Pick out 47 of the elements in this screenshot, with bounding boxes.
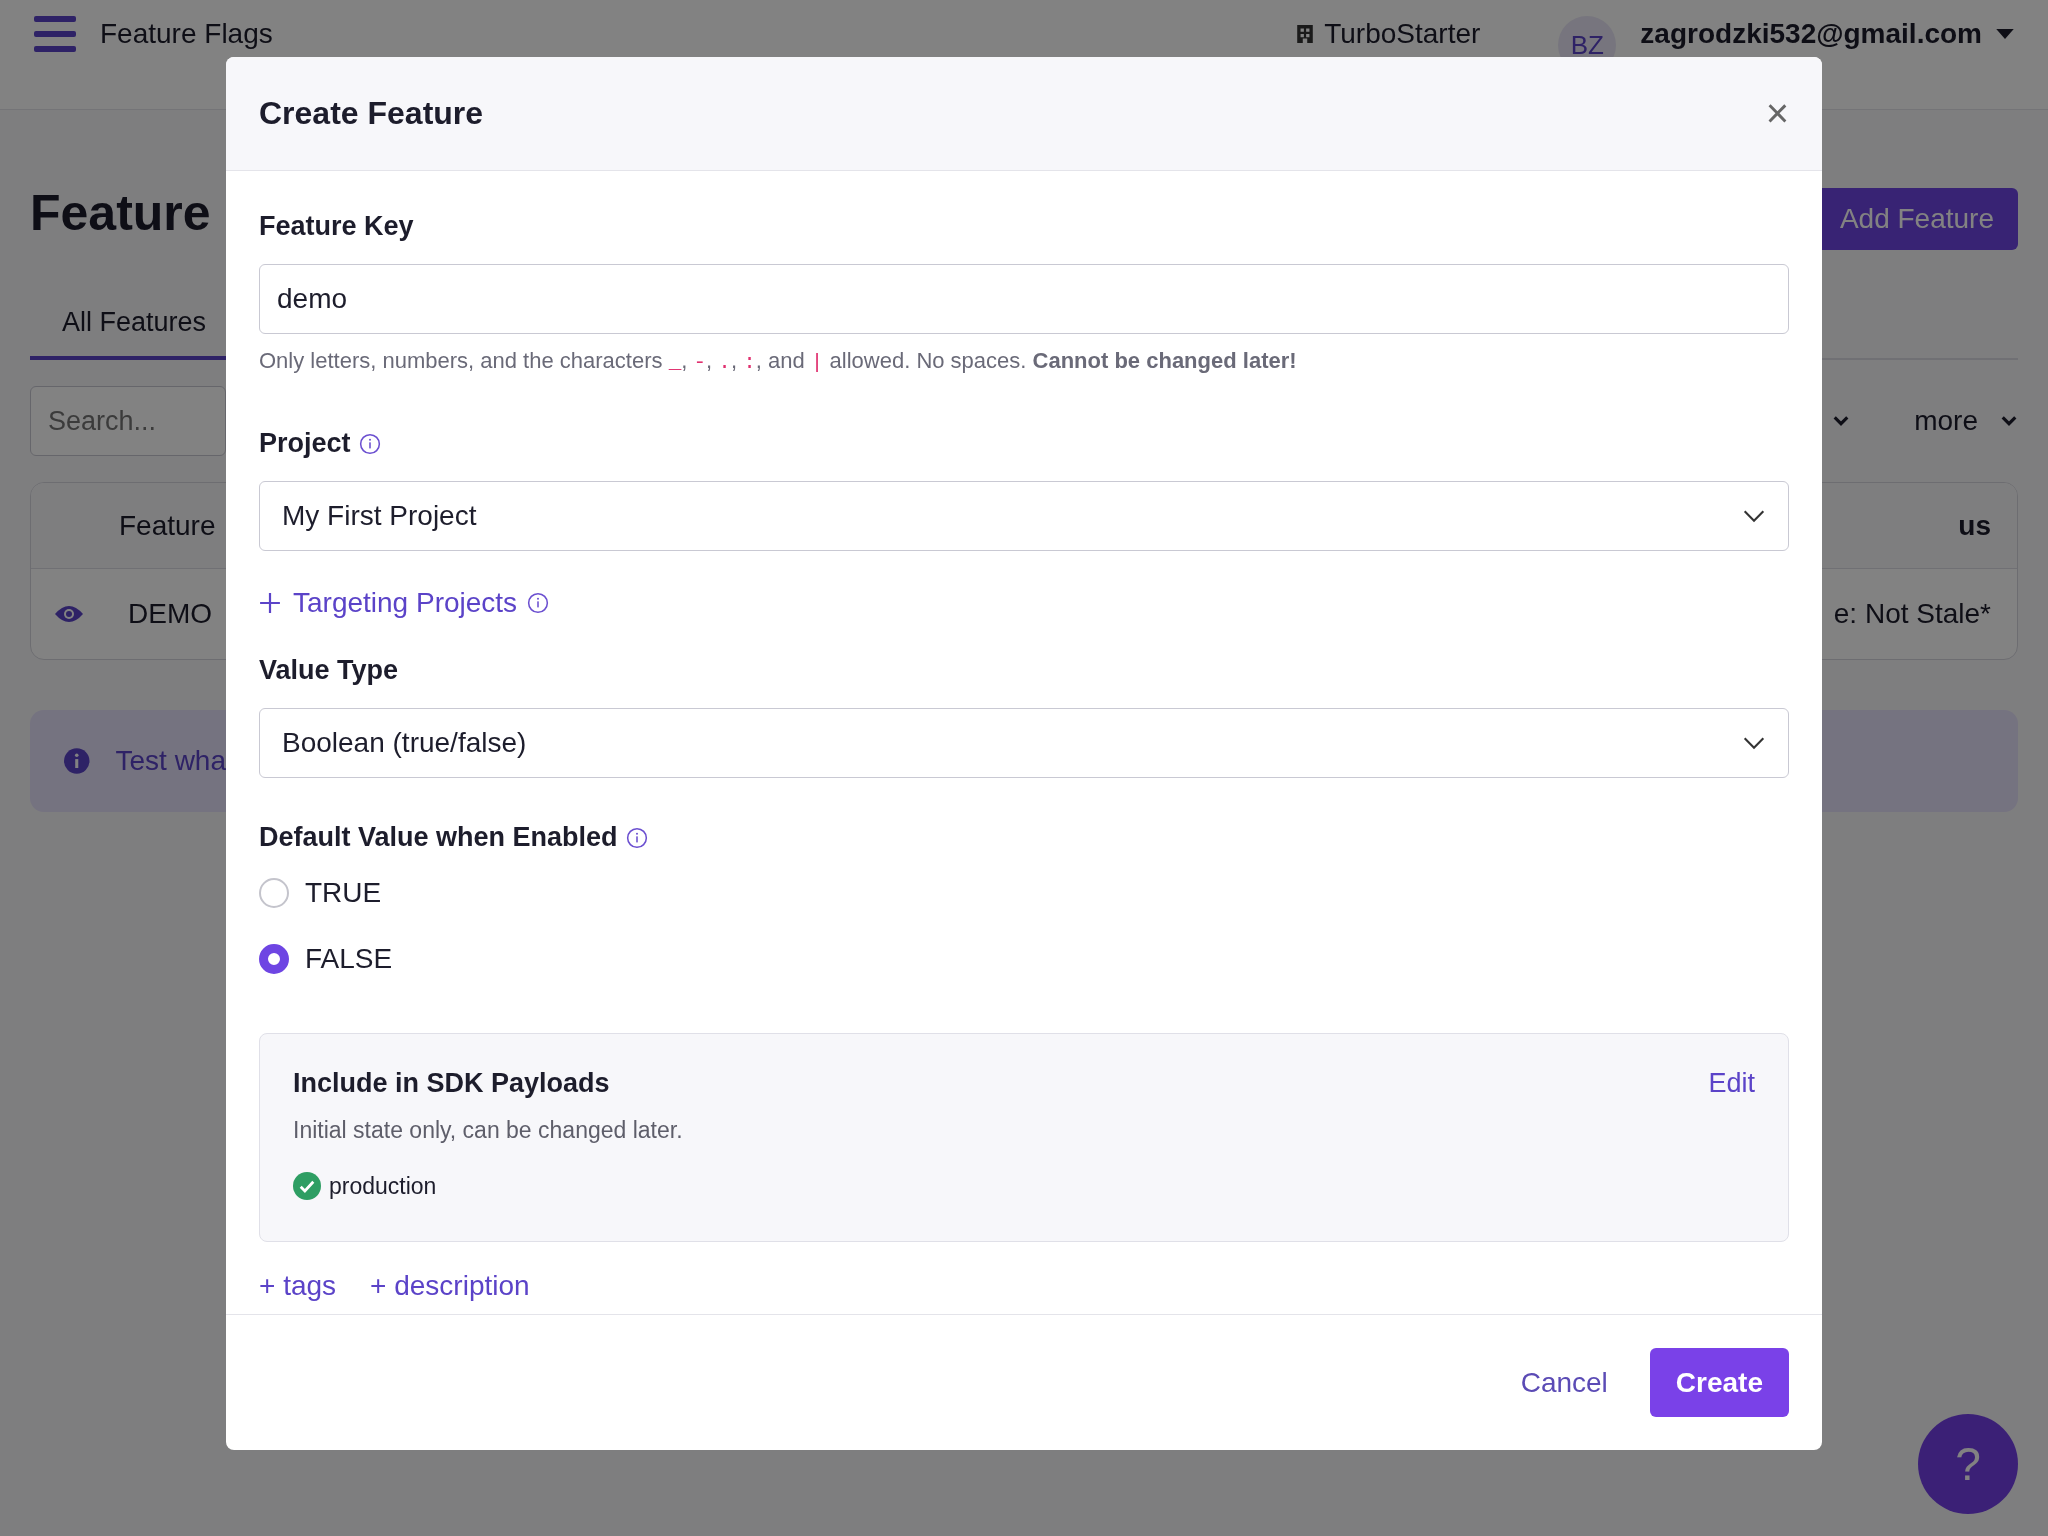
user-email[interactable]: zagrodzki532@gmail.com [1640,18,1982,50]
caret-icon [1996,29,2014,39]
column-header: Feature [118,509,217,542]
panel-title: Include in SDK Payloads [293,1068,610,1099]
filter-dropdown[interactable]: more [1914,405,1978,437]
value-type-select[interactable]: Boolean (true/false) [259,708,1789,778]
radio-button[interactable] [259,944,289,974]
organization-name: TurboStarter [1324,18,1481,50]
radio-label[interactable]: FALSE [305,943,393,975]
chevron-down-icon [1742,736,1766,750]
add-link[interactable]: + tags [259,1270,337,1302]
field-label: Default Value when Enabled [259,822,618,853]
close-button[interactable]: × [1765,91,1789,136]
field-label: Value Type [259,655,399,686]
page-heading: Feature [30,184,212,243]
table-cell: DEMO [128,598,212,630]
chevron-down-icon [1832,415,1851,427]
field-label: Feature Key [259,211,414,242]
plus-icon [259,592,281,614]
info-icon [527,592,550,614]
chevron-down-icon [2000,415,2018,427]
page-title: Feature Flags [100,17,273,51]
table-cell-text: e: Not Stale* [1833,598,1992,630]
radio-label[interactable]: TRUE [305,877,382,909]
help-text: Only letters, numbers, and the characters _, -, ., :, and | allowed. No spaces. Cannot be changed later! [259,348,1298,374]
targeting-projects-link[interactable]: Targeting Projects [259,587,518,619]
info-icon [625,826,648,849]
environment-name: production [329,1172,437,1200]
create-button[interactable]: Create [1649,1348,1789,1417]
column-header: us [1958,509,1992,542]
menu-icon[interactable] [34,16,76,52]
building-icon [1296,24,1315,44]
chevron-down-icon [1742,509,1766,523]
info-icon [64,748,90,774]
info-icon [358,432,381,455]
project-select[interactable]: My First Project [259,481,1789,551]
search-field[interactable]: Search... [30,386,226,456]
add-link[interactable]: + description [370,1270,530,1302]
edit-link[interactable]: Edit [1708,1068,1755,1099]
radio-button[interactable] [259,878,289,908]
cancel-button[interactable]: Cancel [1520,1366,1608,1399]
banner-text: Test wha [115,745,226,777]
field-label: Project [259,428,351,459]
feature-key-field[interactable]: demo [259,264,1789,334]
panel-subtitle: Initial state only, can be changed later. [293,1117,684,1144]
eye-icon[interactable] [54,604,84,624]
dialog-title: Create Feature [259,95,484,132]
